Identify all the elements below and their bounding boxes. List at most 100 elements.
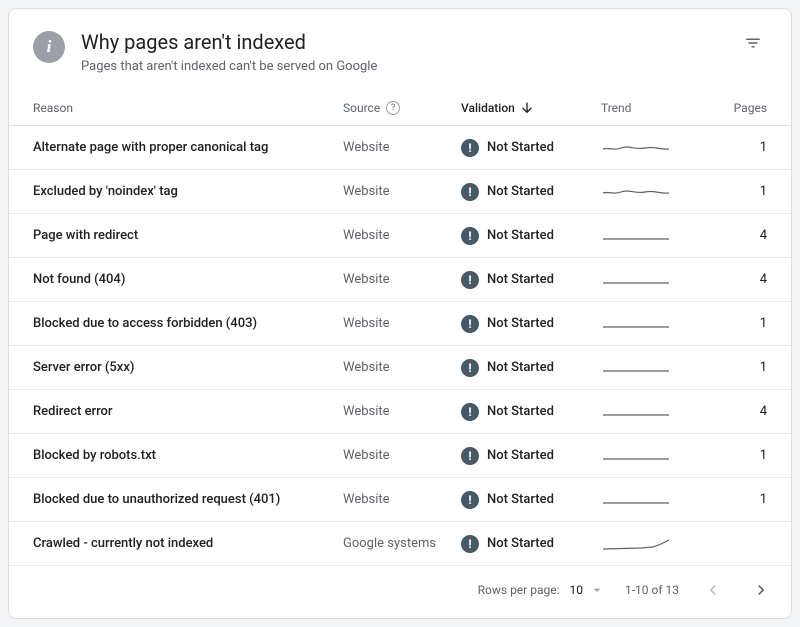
table-row[interactable]: Server error (5xx)Website!Not Started1 xyxy=(9,346,791,390)
cell-source: Website xyxy=(343,272,461,287)
next-page-button[interactable] xyxy=(747,576,775,604)
validation-status: Not Started xyxy=(487,536,554,551)
cell-reason: Not found (404) xyxy=(33,272,343,287)
table-row[interactable]: Redirect errorWebsite! Not Started 4 xyxy=(9,390,791,434)
table-row[interactable]: Excluded by 'noindex' tagWebsite! Not Sta… xyxy=(9,170,791,214)
validation-status: Not Started xyxy=(487,492,554,507)
exclamation-icon: ! xyxy=(461,227,479,245)
exclamation-icon: ! xyxy=(461,491,479,509)
cell-validation: ! Not Started xyxy=(461,183,601,201)
table-footer: Rows per page: 10 1-10 of 13 xyxy=(9,566,791,618)
cell-pages: 1 xyxy=(691,184,767,199)
indexing-reasons-card: i Why pages aren't indexed Pages that ar… xyxy=(8,8,792,619)
validation-status: Not Started xyxy=(487,448,554,463)
cell-source: Website xyxy=(343,492,461,507)
cell-validation: ! Not Started xyxy=(461,403,601,421)
table-row[interactable]: Alternate page with proper canonical tag… xyxy=(9,126,791,170)
cell-source: Website xyxy=(343,316,461,331)
cell-reason: Server error (5xx) xyxy=(33,360,343,375)
help-icon[interactable]: ? xyxy=(386,101,400,115)
filter-button[interactable] xyxy=(739,29,767,57)
dropdown-icon xyxy=(589,582,605,598)
cell-pages: 1 xyxy=(691,140,767,155)
cell-validation: ! Not Started xyxy=(461,315,601,333)
table-header-row: Reason Source ? Validation Trend Pages xyxy=(9,86,791,126)
cell-validation: ! Not Started xyxy=(461,491,601,509)
table-row[interactable]: Page with redirectWebsite! Not Started 4 xyxy=(9,214,791,258)
cell-validation: !Not Started xyxy=(461,359,601,377)
rows-per-page-label: Rows per page: xyxy=(478,583,560,597)
cell-trend xyxy=(601,183,691,201)
exclamation-icon: ! xyxy=(461,183,479,201)
table-row[interactable]: Crawled - currently not indexedGoogle sy… xyxy=(9,522,791,566)
exclamation-icon: ! xyxy=(461,403,479,421)
cell-validation: ! Not Started xyxy=(461,447,601,465)
cell-trend xyxy=(601,491,691,509)
table-row[interactable]: Blocked due to unauthorized request (401… xyxy=(9,478,791,522)
table-row[interactable]: Not found (404)Website!Not Started 4 xyxy=(9,258,791,302)
cell-source: Website xyxy=(343,140,461,155)
cell-reason: Page with redirect xyxy=(33,228,343,243)
cell-trend xyxy=(601,403,691,421)
table-row[interactable]: Blocked by robots.txtWebsite! Not Started… xyxy=(9,434,791,478)
exclamation-icon: ! xyxy=(461,315,479,333)
cell-validation: ! Not Started xyxy=(461,535,601,553)
card-subtitle: Pages that aren't indexed can't be serve… xyxy=(81,59,739,74)
cell-source: Website xyxy=(343,360,461,375)
pagination-range: 1-10 of 13 xyxy=(625,583,679,597)
chevron-right-icon xyxy=(751,580,771,600)
arrow-down-icon xyxy=(519,100,535,116)
cell-trend xyxy=(601,535,691,553)
card-header: i Why pages aren't indexed Pages that ar… xyxy=(9,9,791,86)
column-header-validation[interactable]: Validation xyxy=(461,100,601,116)
rows-per-page-group: Rows per page: 10 xyxy=(478,582,605,598)
rows-per-page-select[interactable]: 10 xyxy=(569,582,605,598)
header-titles: Why pages aren't indexed Pages that aren… xyxy=(81,29,739,74)
cell-source: Website xyxy=(343,404,461,419)
validation-status: Not Started xyxy=(487,316,554,331)
column-header-reason[interactable]: Reason xyxy=(33,101,343,115)
validation-status: Not Started xyxy=(487,184,554,199)
cell-source: Website xyxy=(343,448,461,463)
cell-reason: Blocked by robots.txt xyxy=(33,448,343,463)
card-title: Why pages aren't indexed xyxy=(81,29,739,55)
cell-validation: ! Not Started xyxy=(461,139,601,157)
info-icon: i xyxy=(33,31,65,63)
cell-pages: 4 xyxy=(691,228,767,243)
filter-icon xyxy=(744,34,762,52)
cell-trend xyxy=(601,447,691,465)
cell-pages: 1 xyxy=(691,448,767,463)
cell-validation: !Not Started xyxy=(461,271,601,289)
cell-pages: 4 xyxy=(691,272,767,287)
exclamation-icon: ! xyxy=(461,535,479,553)
exclamation-icon: ! xyxy=(461,139,479,157)
cell-reason: Blocked due to unauthorized request (401… xyxy=(33,492,343,507)
cell-source: Website xyxy=(343,184,461,199)
validation-status: Not Started xyxy=(487,272,554,287)
cell-trend xyxy=(601,139,691,157)
validation-status: Not Started xyxy=(487,140,554,155)
column-header-pages[interactable]: Pages xyxy=(691,101,767,115)
exclamation-icon: ! xyxy=(461,447,479,465)
cell-reason: Redirect error xyxy=(33,404,343,419)
cell-trend xyxy=(601,271,691,289)
chevron-left-icon xyxy=(703,580,723,600)
cell-pages: 1 xyxy=(691,316,767,331)
cell-trend xyxy=(601,315,691,333)
table-body: Alternate page with proper canonical tag… xyxy=(9,126,791,566)
cell-pages: 4 xyxy=(691,404,767,419)
validation-status: Not Started xyxy=(487,228,554,243)
cell-trend xyxy=(601,359,691,377)
cell-source: Website xyxy=(343,228,461,243)
cell-source: Google systems xyxy=(343,536,461,551)
cell-reason: Excluded by 'noindex' tag xyxy=(33,184,343,199)
cell-reason: Alternate page with proper canonical tag xyxy=(33,140,343,155)
cell-validation: ! Not Started xyxy=(461,227,601,245)
table-row[interactable]: Blocked due to access forbidden (403)Web… xyxy=(9,302,791,346)
validation-status: Not Started xyxy=(487,360,554,375)
cell-pages: 1 xyxy=(691,492,767,507)
column-header-trend[interactable]: Trend xyxy=(601,101,691,115)
column-header-source[interactable]: Source ? xyxy=(343,101,461,115)
validation-status: Not Started xyxy=(487,404,554,419)
prev-page-button[interactable] xyxy=(699,576,727,604)
